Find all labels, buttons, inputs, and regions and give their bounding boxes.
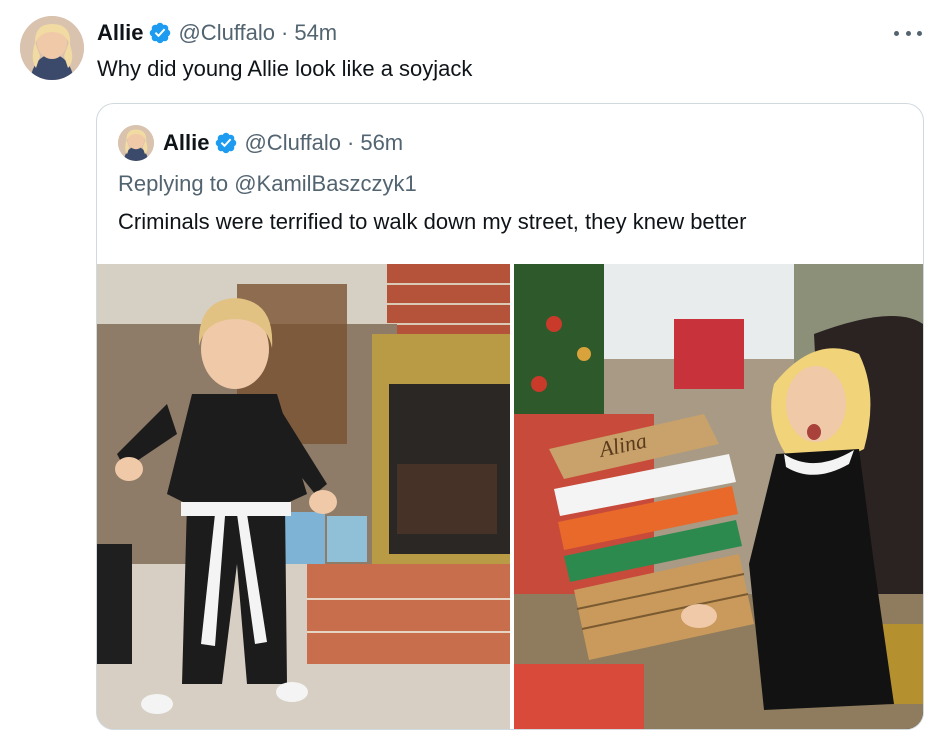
tweet-text: Why did young Allie look like a soyjack — [97, 56, 473, 81]
display-name[interactable]: Allie — [97, 20, 143, 46]
timestamp: 56m — [360, 130, 404, 155]
display-name: Allie — [163, 130, 210, 155]
more-options-icon[interactable] — [894, 24, 922, 42]
quoted-tweet[interactable]: Allie @Cluffalo · 56m Replying to @Kamil… — [96, 103, 924, 730]
avatar — [118, 125, 154, 161]
separator-dot: · — [347, 130, 355, 155]
tweet-header: Allie @Cluffalo · 54m — [97, 19, 337, 47]
verified-badge-icon — [148, 21, 172, 45]
avatar[interactable] — [20, 16, 84, 80]
quoted-tweet-text: Criminals were terrified to walk down my… — [118, 209, 747, 234]
replying-prefix: Replying to — [118, 171, 229, 196]
replying-to: Replying to @KamilBaszczyk1 — [118, 171, 417, 197]
verified-badge-icon — [214, 131, 238, 155]
user-handle: @Cluffalo — [244, 130, 341, 155]
timestamp[interactable]: 54m — [294, 20, 337, 46]
christmas-photo[interactable]: Alina — [514, 264, 923, 729]
reply-mention-link[interactable]: @KamilBaszczyk1 — [234, 171, 417, 196]
separator-dot: · — [281, 20, 289, 45]
avatar-image — [20, 16, 84, 80]
karate-photo[interactable] — [97, 264, 510, 729]
avatar-image — [118, 125, 154, 161]
quoted-tweet-header: Allie @Cluffalo · 56m — [163, 129, 403, 157]
photo-grid: Alina — [97, 264, 923, 729]
user-handle[interactable]: @Cluffalo — [178, 20, 275, 46]
